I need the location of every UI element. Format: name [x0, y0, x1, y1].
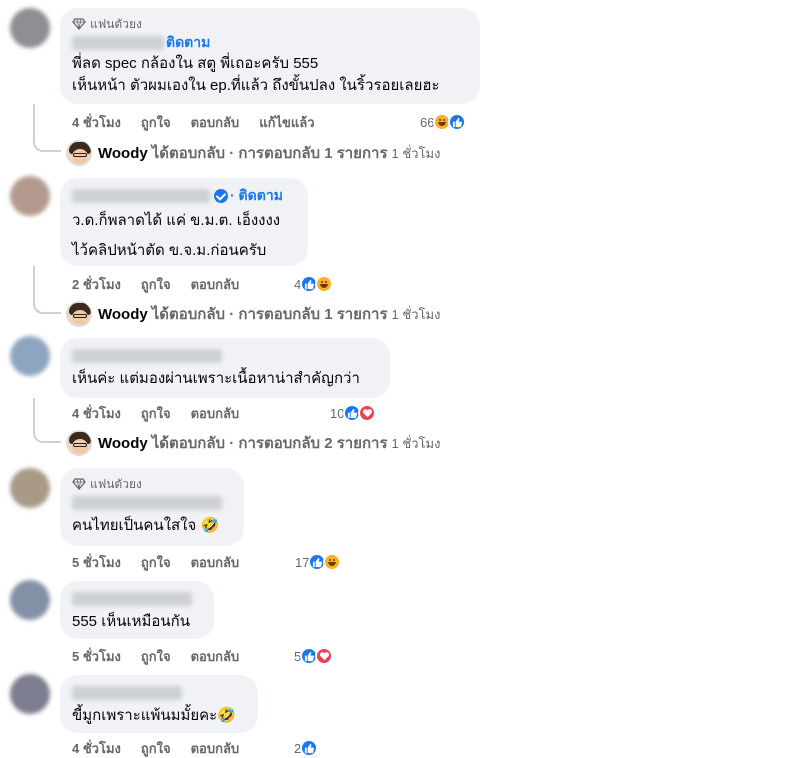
love-icon	[315, 647, 334, 665]
comment-time[interactable]: 4 ชั่วโมง	[72, 403, 121, 424]
comment-text: ว.ด.ก็พลาดได้ แค่ ข.ม.ต. เอ็งงงง	[72, 212, 281, 229]
diamond-icon	[72, 18, 86, 30]
reply-button[interactable]: ตอบกลับ	[191, 552, 240, 573]
author-name[interactable]	[72, 349, 222, 363]
comment-bubble: แฟนตัวยง คนไทยเป็นคนใสใจ 🤣	[60, 468, 244, 546]
comment-text: ไว้คลิปหน้าตัด ข.จ.ม.ก่อนครับ	[72, 242, 267, 259]
comment-text: ขี้มูกเพราะแพ้นมมั้ยคะ🤣	[72, 707, 236, 724]
reply-summary: ได้ตอบกลับ · การตอบกลับ 1 รายการ	[151, 145, 388, 162]
haha-icon	[323, 553, 342, 571]
like-button[interactable]: ถูกใจ	[141, 403, 171, 424]
reply-summary: ได้ตอบกลับ · การตอบกลับ 2 รายการ	[151, 435, 388, 452]
reply-button[interactable]: ตอบกลับ	[191, 403, 240, 424]
like-button[interactable]: ถูกใจ	[141, 274, 171, 295]
comment-actions: 4 ชั่วโมง ถูกใจ ตอบกลับ	[72, 403, 259, 423]
author-name[interactable]	[72, 496, 222, 510]
fan-badge: แฟนตัวยง	[72, 16, 468, 32]
comment-bubble: · ติดตาม ว.ด.ก็พลาดได้ แค่ ข.ม.ต. เอ็งงง…	[60, 178, 308, 266]
love-icon	[358, 404, 377, 422]
diamond-icon	[72, 478, 86, 490]
like-button[interactable]: ถูกใจ	[141, 112, 171, 133]
reply-button[interactable]: ตอบกลับ	[191, 112, 240, 133]
comment-time[interactable]: 4 ชั่วโมง	[72, 738, 121, 758]
comment-time[interactable]: 5 ชั่วโมง	[72, 552, 121, 573]
comment-author: · ติดตาม	[72, 186, 296, 206]
fan-badge-label: แฟนตัวยง	[90, 476, 142, 491]
reply-preview[interactable]: Woody ได้ตอบกลับ · การตอบกลับ 1 รายการ 1…	[66, 300, 440, 328]
fan-badge-label: แฟนตัวยง	[90, 16, 142, 31]
comment-actions: 5 ชั่วโมง ถูกใจ ตอบกลับ	[72, 646, 259, 666]
avatar[interactable]	[10, 674, 50, 714]
reply-preview[interactable]: Woody ได้ตอบกลับ · การตอบกลับ 1 รายการ 1…	[66, 139, 440, 167]
comment-actions: 4 ชั่วโมง ถูกใจ ตอบกลับ	[72, 738, 259, 758]
reaction-summary[interactable]: 5	[294, 646, 334, 666]
comment-text: เห็นค่ะ แต่มองผ่านเพราะเนื้อหาน่าสำคัญกว…	[72, 370, 360, 387]
comment-author	[72, 346, 378, 366]
reply-button[interactable]: ตอบกลับ	[191, 646, 240, 667]
comment-text: เห็นหน้า ตัวผมเองใน ep.ที่แล้ว ถึงขั้นปล…	[72, 77, 440, 94]
comment-text: พี่ลด spec กล้องใน สตู พี่เถอะครับ 555	[72, 55, 319, 72]
reaction-summary[interactable]: 17	[295, 552, 342, 572]
reaction-count: 17	[295, 554, 310, 570]
reply-time: 1 ชั่วโมง	[391, 435, 441, 451]
author-name[interactable]	[72, 189, 210, 203]
reply-connector	[33, 104, 61, 152]
reaction-count: 66	[420, 114, 435, 130]
verified-icon	[214, 189, 228, 203]
reply-author: Woody	[98, 144, 148, 162]
comment-text: 555 เห็นเหมือนกัน	[72, 613, 190, 630]
avatar	[66, 301, 92, 327]
comment-bubble: เห็นค่ะ แต่มองผ่านเพราะเนื้อหาน่าสำคัญกว…	[60, 338, 390, 398]
comment-author	[72, 589, 202, 609]
reply-connector	[33, 398, 61, 443]
reply-button[interactable]: ตอบกลับ	[191, 738, 240, 758]
comment-author	[72, 493, 232, 513]
author-name[interactable]	[72, 36, 164, 50]
reply-time: 1 ชั่วโมง	[391, 306, 441, 322]
comment-actions: 4 ชั่วโมง ถูกใจ ตอบกลับ แก้ไขแล้ว	[72, 112, 335, 132]
avatar[interactable]	[10, 468, 50, 508]
like-icon	[448, 113, 467, 131]
edited-label[interactable]: แก้ไขแล้ว	[259, 112, 314, 133]
reaction-summary[interactable]: 10	[330, 403, 377, 423]
like-icon	[300, 739, 319, 757]
author-name[interactable]	[72, 686, 182, 700]
avatar[interactable]	[10, 580, 50, 620]
reaction-summary[interactable]: 66	[420, 112, 467, 132]
like-button[interactable]: ถูกใจ	[141, 646, 171, 667]
haha-icon	[315, 275, 334, 293]
follow-link[interactable]: · ติดตาม	[230, 185, 283, 207]
fan-badge: แฟนตัวยง	[72, 476, 232, 492]
reply-summary: ได้ตอบกลับ · การตอบกลับ 1 รายการ	[151, 306, 388, 323]
reply-author: Woody	[98, 305, 148, 323]
avatar	[66, 140, 92, 166]
comment-actions: 5 ชั่วโมง ถูกใจ ตอบกลับ	[72, 552, 259, 572]
reply-author: Woody	[98, 434, 148, 452]
reaction-summary[interactable]: 2	[294, 738, 319, 758]
reaction-summary[interactable]: 4	[294, 274, 334, 294]
avatar	[66, 430, 92, 456]
reaction-count: 10	[330, 405, 345, 421]
reply-button[interactable]: ตอบกลับ	[191, 274, 240, 295]
like-button[interactable]: ถูกใจ	[141, 552, 171, 573]
comment-bubble: ขี้มูกเพราะแพ้นมมั้ยคะ🤣	[60, 675, 258, 733]
avatar[interactable]	[10, 176, 50, 216]
comment-time[interactable]: 5 ชั่วโมง	[72, 646, 121, 667]
comment-bubble: 555 เห็นเหมือนกัน	[60, 581, 214, 639]
reply-time: 1 ชั่วโมง	[391, 145, 441, 161]
reply-connector	[33, 266, 61, 314]
comment-time[interactable]: 4 ชั่วโมง	[72, 112, 121, 133]
comment-author	[72, 683, 246, 703]
comment-text: คนไทยเป็นคนใสใจ 🤣	[72, 517, 220, 534]
follow-link[interactable]: ติดตาม	[166, 32, 210, 54]
comment-actions: 2 ชั่วโมง ถูกใจ ตอบกลับ	[72, 274, 259, 294]
comment-author: ติดตาม	[72, 33, 468, 53]
avatar[interactable]	[10, 336, 50, 376]
avatar[interactable]	[10, 8, 50, 48]
comment-bubble: แฟนตัวยง ติดตาม พี่ลด spec กล้องใน สตู พ…	[60, 8, 480, 104]
like-button[interactable]: ถูกใจ	[141, 738, 171, 758]
reply-preview[interactable]: Woody ได้ตอบกลับ · การตอบกลับ 2 รายการ 1…	[66, 429, 440, 457]
author-name[interactable]	[72, 592, 192, 606]
comment-time[interactable]: 2 ชั่วโมง	[72, 274, 121, 295]
